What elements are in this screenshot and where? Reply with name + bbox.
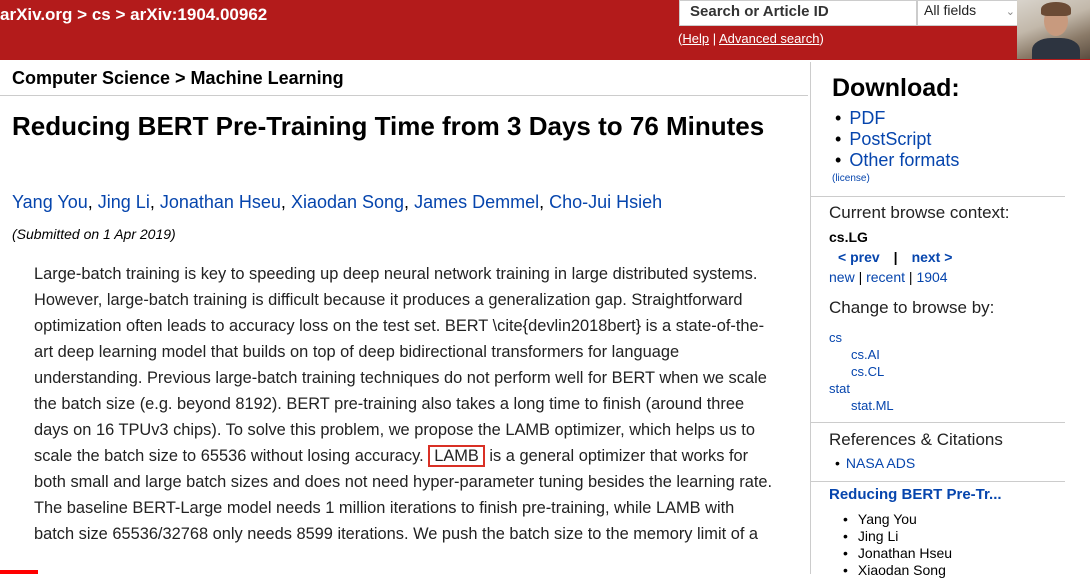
download-list: • PDF • PostScript • Other formats: [835, 108, 959, 171]
help-links: (Help | Advanced search): [678, 31, 824, 46]
browse-cs-link[interactable]: cs: [829, 330, 842, 345]
author-link[interactable]: Jonathan Hseu: [160, 192, 281, 212]
subject-heading: Computer Science > Machine Learning: [0, 62, 808, 96]
list-item: • PostScript: [835, 129, 932, 149]
author-name: Xiaodan Song: [857, 562, 946, 578]
author-list: Yang You, Jing Li, Jonathan Hseu, Xiaoda…: [12, 192, 663, 212]
postscript-link[interactable]: PostScript: [849, 129, 931, 149]
list-item: • PDF: [835, 108, 886, 128]
author-link[interactable]: Cho-Jui Hsieh: [549, 192, 662, 212]
dblp-paper-link[interactable]: Reducing BERT Pre-Tr...: [829, 486, 1002, 503]
browse-context-category: cs.LG: [829, 229, 868, 245]
references-title: References & Citations: [829, 430, 1003, 449]
abstract-text: Large-batch training is key to speeding …: [34, 265, 767, 465]
author-name: Yang You: [857, 511, 917, 527]
pdf-link[interactable]: PDF: [849, 108, 885, 128]
browse-cs-cl-link[interactable]: cs.CL: [851, 364, 884, 379]
site-header: arXiv.org > cs > arXiv:1904.00962 Search…: [0, 0, 1090, 60]
chevron-down-icon: ⌄: [1005, 6, 1015, 18]
recent-link[interactable]: recent: [866, 269, 905, 285]
browse-stat-ml-link[interactable]: stat.ML: [851, 398, 894, 413]
browse-nav: < prev | next >: [838, 249, 953, 265]
browse-stat-link[interactable]: stat: [829, 381, 850, 396]
nasa-ads-link[interactable]: NASA ADS: [846, 455, 915, 471]
license-link[interactable]: (license): [832, 173, 870, 184]
highlight-box: LAMB: [428, 445, 485, 467]
next-link[interactable]: next >: [912, 249, 953, 265]
list-item: • NASA ADS: [835, 455, 916, 471]
breadcrumb-cs[interactable]: cs: [92, 5, 111, 24]
change-browse-title: Change to browse by:: [829, 298, 995, 317]
other-formats-link[interactable]: Other formats: [849, 150, 959, 170]
abstract: Large-batch training is key to speeding …: [34, 261, 774, 547]
author-name: Jonathan Hseu: [857, 545, 953, 561]
list-item: • Other formats: [835, 150, 960, 170]
paper-title: Reducing BERT Pre-Training Time from 3 D…: [12, 111, 765, 141]
breadcrumb-separator: >: [115, 5, 126, 24]
search-field-value: All fields: [924, 2, 977, 18]
webcam-overlay: [1017, 0, 1090, 59]
list-item: • Yang You: [843, 511, 917, 527]
breadcrumb: arXiv.org > cs > arXiv:1904.00962: [0, 5, 267, 25]
prev-link[interactable]: < prev: [838, 249, 880, 265]
browse-cs-ai-link[interactable]: cs.AI: [851, 347, 880, 362]
new-link[interactable]: new: [829, 269, 855, 285]
author-link[interactable]: Yang You: [12, 192, 88, 212]
list-item: • Xiaodan Song: [843, 562, 946, 578]
browse-context-title: Current browse context:: [829, 203, 1010, 222]
breadcrumb-arxiv[interactable]: arXiv.org: [0, 5, 72, 24]
dblp-author-list: • Yang You • Jing Li • Jonathan Hseu • Xiaod…: [843, 511, 952, 579]
references-box: References & Citations • NASA ADS: [811, 422, 1065, 482]
browse-links: new | recent | 1904: [829, 269, 948, 285]
breadcrumb-separator: >: [77, 5, 88, 24]
sidebar: Download: • PDF • PostScript • Other format…: [810, 62, 1090, 578]
author-link[interactable]: James Demmel: [414, 192, 539, 212]
advanced-search-link[interactable]: Advanced search: [719, 31, 819, 46]
video-progress-bar[interactable]: [0, 570, 38, 574]
author-name: Jing Li: [857, 528, 899, 544]
author-link[interactable]: Jing Li: [98, 192, 150, 212]
search-input[interactable]: Search or Article ID: [679, 0, 917, 26]
download-box: Download: • PDF • PostScript • Other format…: [811, 62, 1065, 197]
search-field-select[interactable]: All fields ⌄: [917, 0, 1020, 26]
help-link[interactable]: Help: [682, 31, 709, 46]
browse-by-list: cs cs.AI cs.CL stat stat.ML: [829, 329, 894, 414]
download-title: Download:: [832, 74, 960, 102]
breadcrumb-paper-id[interactable]: arXiv:1904.00962: [130, 5, 267, 24]
year-link[interactable]: 1904: [916, 269, 947, 285]
submission-date: (Submitted on 1 Apr 2019): [12, 226, 176, 242]
help-separator: |: [709, 31, 719, 46]
list-item: • Jing Li: [843, 528, 899, 544]
help-close-paren: ): [819, 31, 824, 46]
author-link[interactable]: Xiaodan Song: [291, 192, 404, 212]
list-item: • Jonathan Hseu: [843, 545, 953, 561]
